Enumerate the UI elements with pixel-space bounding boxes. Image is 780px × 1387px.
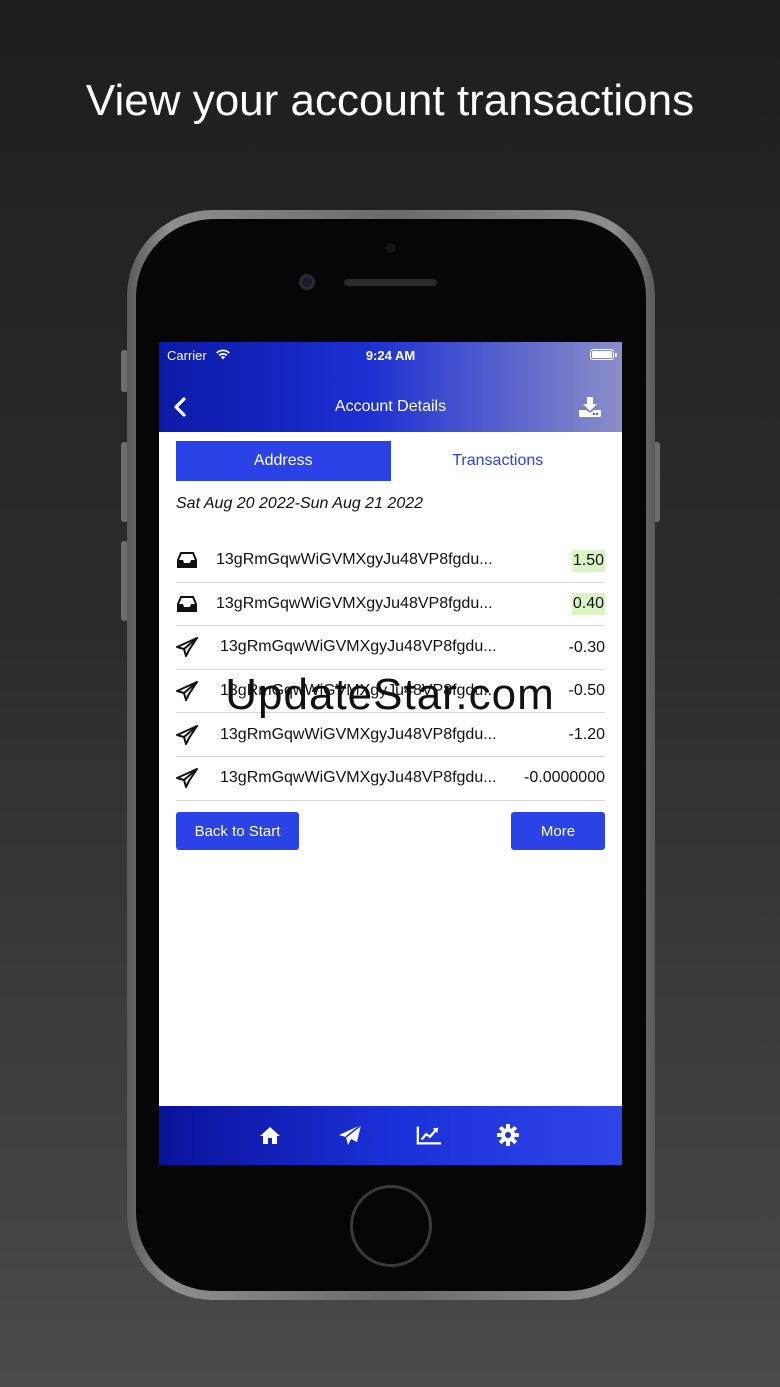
front-camera bbox=[299, 274, 315, 290]
inbox-icon bbox=[176, 593, 198, 615]
tab-bar bbox=[159, 1106, 622, 1165]
page-title: Account Details bbox=[334, 398, 447, 415]
home-icon[interactable] bbox=[257, 1123, 283, 1147]
watermark: UpdateStar.com bbox=[225, 670, 555, 719]
proximity-sensor bbox=[386, 243, 396, 253]
paper-plane-icon bbox=[176, 767, 198, 789]
navigation-bar: Carrier 9:24 AM Account Details bbox=[159, 342, 622, 432]
paper-plane-icon[interactable] bbox=[337, 1123, 363, 1147]
more-button[interactable]: More bbox=[511, 812, 605, 850]
paper-plane-icon bbox=[176, 724, 198, 746]
transaction-address: 13gRmGqwWiGVMXgyJu48VP8fgdu... bbox=[220, 769, 497, 787]
chart-line-icon[interactable] bbox=[416, 1123, 442, 1147]
transaction-row[interactable]: 13gRmGqwWiGVMXgyJu48VP8fgdu... -0.000000… bbox=[176, 757, 605, 801]
back-to-start-button[interactable]: Back to Start bbox=[176, 812, 299, 850]
download-icon[interactable] bbox=[578, 396, 602, 418]
transaction-address: 13gRmGqwWiGVMXgyJu48VP8fgdu... bbox=[216, 594, 493, 612]
home-button[interactable] bbox=[350, 1185, 432, 1267]
tab-address[interactable]: Address bbox=[176, 441, 391, 481]
app-screen: Carrier 9:24 AM Account Details Address … bbox=[159, 342, 622, 1165]
transaction-row[interactable]: 13gRmGqwWiGVMXgyJu48VP8fgdu... 0.40 bbox=[176, 583, 605, 627]
segmented-control: Address Transactions bbox=[176, 441, 605, 481]
paper-plane-icon bbox=[176, 636, 198, 658]
transaction-row[interactable]: 13gRmGqwWiGVMXgyJu48VP8fgdu... 1.50 bbox=[176, 539, 605, 583]
transaction-amount: 1.50 bbox=[571, 539, 605, 582]
transaction-address: 13gRmGqwWiGVMXgyJu48VP8fgdu... bbox=[216, 551, 493, 569]
transaction-amount: -0.30 bbox=[568, 638, 605, 656]
battery-icon bbox=[590, 349, 617, 360]
transaction-row[interactable]: 13gRmGqwWiGVMXgyJu48VP8fgdu... -0.30 bbox=[176, 626, 605, 670]
transaction-amount: -0.0000000 bbox=[524, 769, 605, 787]
headline: View your account transactions bbox=[85, 76, 695, 125]
tab-transactions[interactable]: Transactions bbox=[390, 441, 605, 481]
transaction-address: 13gRmGqwWiGVMXgyJu48VP8fgdu... bbox=[220, 638, 497, 656]
status-time: 9:24 AM bbox=[365, 348, 416, 363]
transaction-amount: 0.40 bbox=[571, 583, 605, 626]
inbox-icon bbox=[176, 549, 198, 571]
transaction-address: 13gRmGqwWiGVMXgyJu48VP8fgdu... bbox=[220, 725, 497, 743]
gear-icon[interactable] bbox=[495, 1123, 521, 1147]
earpiece-speaker bbox=[344, 279, 437, 286]
date-range: Sat Aug 20 2022-Sun Aug 21 2022 bbox=[176, 495, 424, 512]
